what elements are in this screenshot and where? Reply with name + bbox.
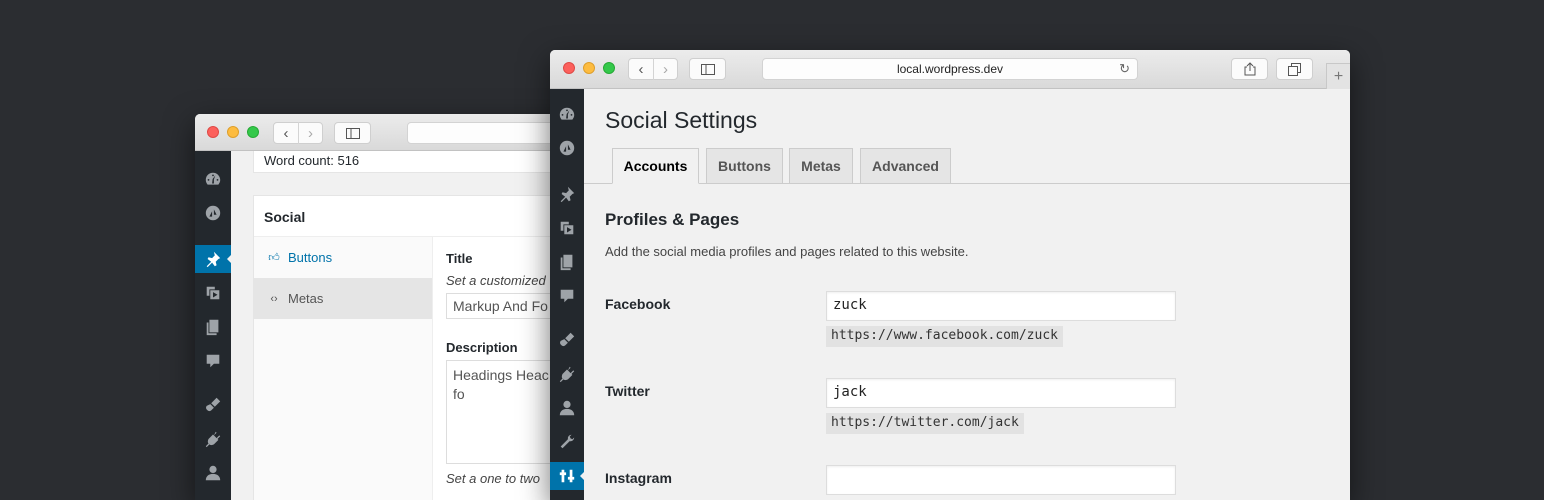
browser-toolbar: ‹ › (195, 114, 595, 151)
url-text: local.wordpress.dev (896, 62, 1004, 76)
section-title: Profiles & Pages (605, 210, 740, 229)
plugins-icon[interactable] (195, 425, 231, 453)
reload-icon[interactable]: ↻ (1119, 61, 1130, 77)
settings-tabs: Accounts Buttons Metas Advanced (584, 148, 1350, 184)
forward-arrow-icon[interactable]: › (653, 58, 677, 80)
section-description: Add the social media profiles and pages … (605, 244, 969, 259)
thumbs-up-icon: 👍︎ (268, 252, 280, 264)
tab-metas[interactable]: Metas (789, 148, 853, 184)
new-tab-button[interactable]: + (1326, 63, 1350, 89)
pages-icon[interactable] (195, 313, 231, 341)
pages-icon[interactable] (550, 248, 584, 276)
facebook-url-preview: https://www.facebook.com/zuck (826, 326, 1063, 347)
browser-toolbar: ‹ › local.wordpress.dev ↻ + (550, 50, 1350, 89)
metabox-tab-buttons[interactable]: 👍︎ Buttons (254, 237, 432, 278)
sidebar-icon (345, 127, 360, 139)
facebook-label: Facebook (605, 296, 671, 312)
wp-admin-sidebar (195, 151, 232, 500)
social-settings-window: ‹ › local.wordpress.dev ↻ + Social Setti… (550, 50, 1350, 500)
comments-icon[interactable] (550, 282, 584, 310)
nav-buttons: ‹ › (628, 58, 678, 80)
share-icon (1244, 62, 1255, 76)
metabox-tab-label: Buttons (288, 250, 333, 265)
posts-pin-icon[interactable] (550, 180, 584, 208)
tabs-overview-button[interactable] (1276, 58, 1313, 80)
dashboard-icon[interactable] (195, 165, 231, 193)
editor-content: Word count: 516 Social 👍︎ Buttons ‹› Met… (231, 151, 595, 500)
appearance-icon[interactable] (550, 326, 584, 354)
plus-icon: + (1333, 67, 1344, 85)
close-window-button[interactable] (563, 62, 575, 74)
description-help: Set a one to two (446, 471, 540, 486)
jetpack-icon[interactable] (550, 134, 584, 162)
settings-sliders-icon[interactable] (550, 462, 585, 490)
sidebar-toggle-button[interactable] (689, 58, 726, 80)
settings-content: Social Settings Accounts Buttons Metas A… (584, 89, 1350, 500)
appearance-icon[interactable] (195, 391, 231, 419)
address-bar[interactable]: local.wordpress.dev ↻ (762, 58, 1138, 80)
metabox-tabs: 👍︎ Buttons ‹› Metas (254, 237, 433, 500)
tab-buttons[interactable]: Buttons (706, 148, 783, 184)
posts-pin-icon[interactable] (195, 245, 232, 273)
media-icon[interactable] (195, 279, 231, 307)
sidebar-icon (700, 63, 715, 75)
back-arrow-icon[interactable]: ‹ (629, 58, 653, 80)
close-window-button[interactable] (207, 126, 219, 138)
forward-arrow-icon[interactable]: › (298, 122, 322, 144)
tab-advanced[interactable]: Advanced (860, 148, 951, 184)
comments-icon[interactable] (195, 347, 231, 375)
code-icon: ‹› (270, 292, 278, 305)
social-metabox: Social 👍︎ Buttons ‹› Metas Title Set a c… (253, 195, 595, 500)
zoom-window-button[interactable] (247, 126, 259, 138)
description-label: Description (446, 340, 518, 355)
instagram-input[interactable] (826, 465, 1176, 495)
jetpack-icon[interactable] (195, 199, 231, 227)
page-title: Social Settings (605, 107, 758, 133)
tab-accounts[interactable]: Accounts (612, 148, 699, 184)
users-icon[interactable] (550, 394, 584, 422)
sidebar-toggle-button[interactable] (334, 122, 371, 144)
minimize-window-button[interactable] (227, 126, 239, 138)
tools-wrench-icon[interactable] (550, 428, 584, 456)
title-label: Title (446, 251, 473, 266)
instagram-label: Instagram (605, 470, 672, 486)
metabox-tab-metas[interactable]: ‹› Metas (254, 278, 432, 319)
word-count: Word count: 516 (253, 151, 595, 173)
metabox-tab-label: Metas (288, 291, 324, 306)
twitter-input[interactable]: jack (826, 378, 1176, 408)
wp-admin-sidebar (550, 89, 585, 500)
facebook-input[interactable]: zuck (826, 291, 1176, 321)
tabs-icon (1288, 62, 1301, 76)
media-icon[interactable] (550, 214, 584, 242)
users-icon[interactable] (195, 459, 231, 487)
title-help: Set a customized (446, 273, 546, 288)
share-button[interactable] (1231, 58, 1268, 80)
minimize-window-button[interactable] (583, 62, 595, 74)
nav-buttons: ‹ › (273, 122, 323, 144)
twitter-label: Twitter (605, 383, 650, 399)
back-arrow-icon[interactable]: ‹ (274, 122, 298, 144)
post-editor-window: ‹ › Word count: 516 Social 👍︎ Buttons ‹›… (195, 114, 595, 500)
zoom-window-button[interactable] (603, 62, 615, 74)
dashboard-icon[interactable] (550, 100, 584, 128)
plugins-icon[interactable] (550, 360, 584, 388)
metabox-title: Social (254, 196, 595, 237)
twitter-url-preview: https://twitter.com/jack (826, 413, 1024, 434)
